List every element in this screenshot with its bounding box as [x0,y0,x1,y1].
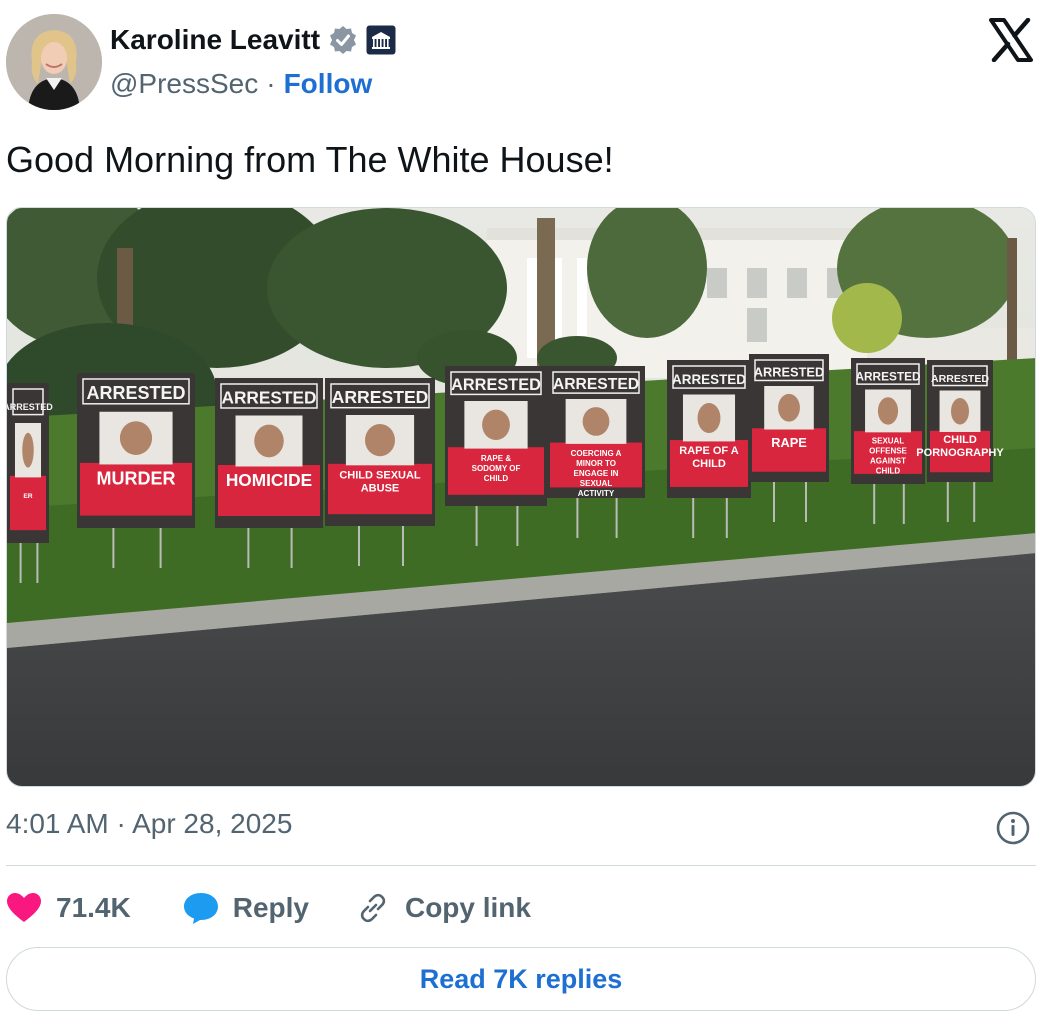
sign-crime-label: COERCING A [571,449,622,458]
sign-header: ARRESTED [7,402,53,412]
sign-crime-label: RAPE [771,435,807,450]
sign-crime-label: ENGAGE IN [574,469,619,478]
sign-header: ARRESTED [451,376,541,394]
verified-badge-icon [328,25,358,55]
link-icon [360,893,386,923]
video-frame: ARRESTED ER ARRESTED MURDER ARRESTED HOMICIDE… [7,208,1035,786]
sign-header: ARRESTED [553,376,639,393]
avatar[interactable] [6,14,102,110]
sign-header: ARRESTED [855,369,921,383]
sign-crime-label: MURDER [97,468,176,488]
reply-bubble-icon [183,893,218,924]
sign-crime-label: CHILD SEXUAL [339,470,421,482]
reply-button[interactable]: Reply [183,891,309,925]
info-icon[interactable] [995,810,1031,846]
sign-header: ARRESTED [672,372,746,387]
copy-link-label: Copy link [404,892,531,923]
sign-crime-label: PORNOGRAPHY [916,447,1004,459]
sign-header: ARRESTED [332,387,429,407]
sign-crime-label: CHILD [484,474,509,483]
action-bar: 71.4K Reply Copy link [6,884,531,932]
tweet-timestamp[interactable]: 4:01 AM · Apr 28, 2025 [6,808,292,840]
sign-crime-label: ACTIVITY [578,489,615,498]
sign-crime-label: MINOR TO [576,459,616,468]
copy-link-button[interactable]: Copy link [355,890,531,926]
sign-crime-label: SODOMY OF [472,464,521,473]
sign-crime-label: AGAINST [870,457,906,466]
sign-crime-label: SEXUAL [580,479,613,488]
sign-header: ARRESTED [86,383,185,403]
sign-header: ARRESTED [754,365,824,380]
x-logo-icon[interactable] [988,17,1034,63]
tweet-header: Karoline Leavitt @PressSec · Follow [0,0,1060,120]
tweet-video[interactable]: ARRESTED ER ARRESTED MURDER ARRESTED HOMICIDE… [6,207,1036,787]
like-count: 71.4K [56,892,131,923]
follow-button[interactable]: Follow [284,68,373,100]
sign-crime-label: RAPE OF A [679,445,739,457]
like-button[interactable]: 71.4K [6,892,131,924]
sign-header: ARRESTED [222,388,317,408]
sign-crime-label: ER [23,493,32,500]
read-replies-button[interactable]: Read 7K replies [6,947,1036,1011]
separator-dot: · [266,68,276,99]
sign-crime-label: HOMICIDE [226,470,312,490]
sign-crime-label: CHILD [692,458,726,470]
sign-crime-label: CHILD [943,434,977,446]
sign-header: ARRESTED [931,373,989,385]
author-name[interactable]: Karoline Leavitt [110,24,320,56]
sign-crime-label: SEXUAL [872,437,905,446]
sign-crime-label: ABUSE [361,483,400,495]
divider [6,865,1036,866]
sign-crime-label: CHILD [876,467,901,476]
sign-crime-label: RAPE & [481,454,511,463]
author-handle[interactable]: @PressSec [110,68,258,100]
reply-label: Reply [232,892,309,923]
white-house-affiliate-icon[interactable] [366,25,396,55]
sign-crime-label: OFFENSE [869,447,907,456]
tweet-text: Good Morning from The White House! [6,139,614,180]
heart-icon [7,893,41,922]
